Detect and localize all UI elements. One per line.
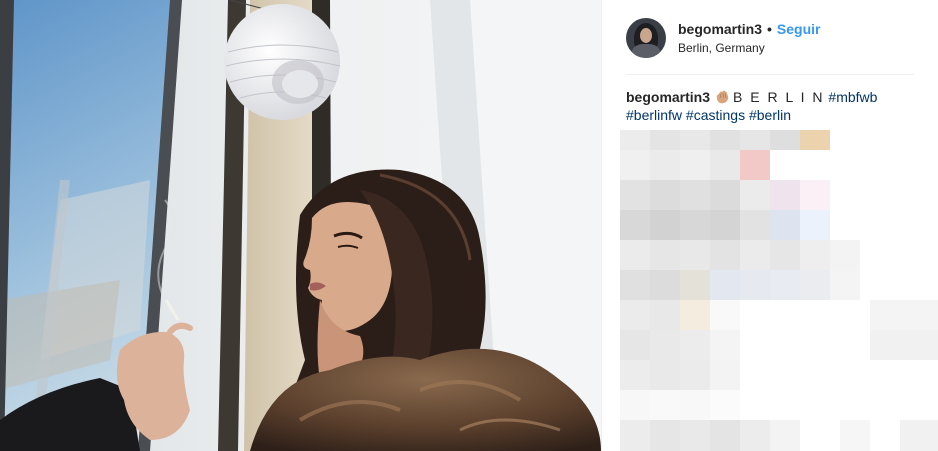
caption-text: B E R L I N (733, 89, 825, 105)
post-caption: begomartin3 B E R L I N #mbfwb #berlinfw… (626, 88, 918, 124)
hashtag-berlinfw[interactable]: #berlinfw (626, 107, 682, 123)
hashtag-berlin[interactable]: #berlin (749, 107, 791, 123)
post-header-text: begomartin3 • Seguir Berlin, Germany (678, 20, 821, 56)
follow-button[interactable]: Seguir (777, 20, 821, 38)
post-header: begomartin3 • Seguir Berlin, Germany (626, 15, 914, 61)
post-photo[interactable] (0, 0, 601, 451)
header-separator: • (767, 21, 772, 37)
profile-avatar[interactable] (626, 18, 666, 58)
post-photo-image (0, 0, 601, 451)
caption-username[interactable]: begomartin3 (626, 89, 710, 105)
blurred-comments (620, 130, 938, 451)
pixelated-comments-image (620, 130, 938, 451)
post-location[interactable]: Berlin, Germany (678, 40, 821, 56)
header-username[interactable]: begomartin3 (678, 20, 762, 38)
hashtag-mbfwb[interactable]: #mbfwb (828, 89, 877, 105)
waving-hand-icon (716, 90, 729, 104)
hashtag-castings[interactable]: #castings (686, 107, 745, 123)
post-sidebar: begomartin3 • Seguir Berlin, Germany beg… (601, 0, 938, 451)
header-divider (626, 74, 914, 75)
